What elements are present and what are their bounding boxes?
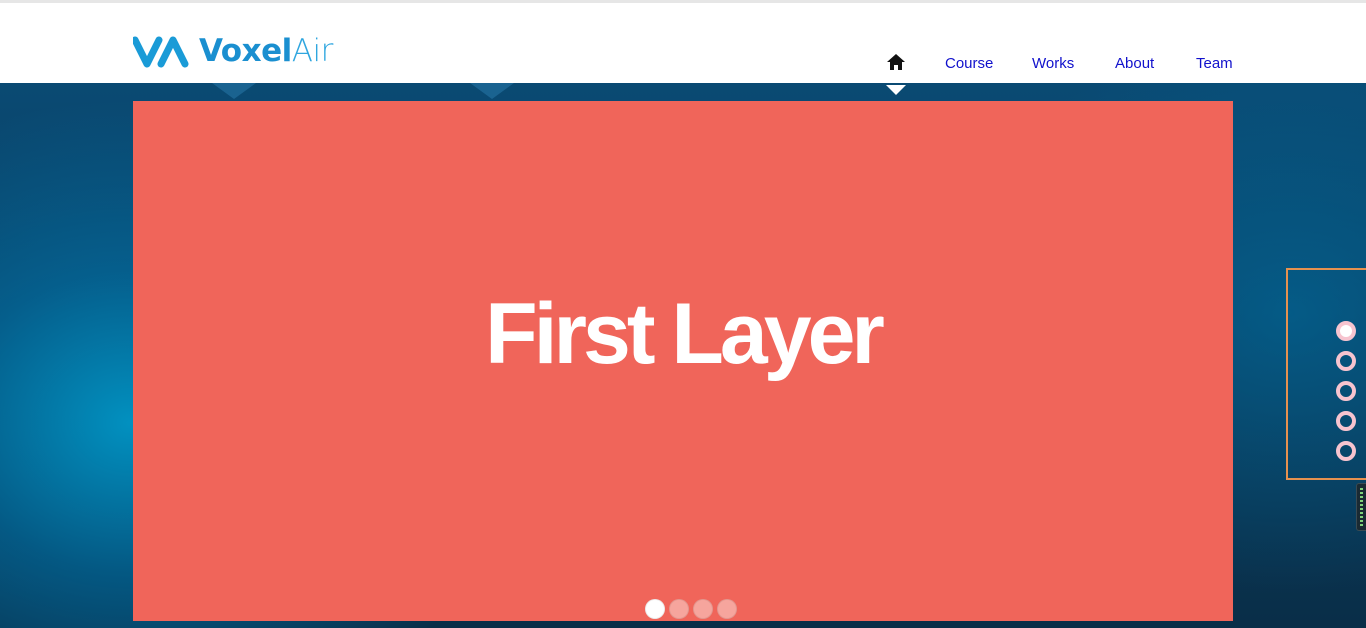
- nav-item-about[interactable]: About: [1115, 55, 1154, 72]
- section-dot-1[interactable]: [1336, 321, 1356, 341]
- slide-dot-2[interactable]: [668, 599, 689, 619]
- main-nav: Course Works About Team: [0, 47, 1366, 95]
- slide-title: First Layer: [485, 286, 885, 382]
- slide-dot-1[interactable]: [644, 599, 665, 619]
- slide-dot-3[interactable]: [692, 599, 713, 619]
- level-bars-icon: [1360, 488, 1363, 526]
- nav-item-team[interactable]: Team: [1196, 55, 1233, 72]
- section-dot-4[interactable]: [1336, 411, 1356, 431]
- section-dot-3[interactable]: [1336, 381, 1356, 401]
- section-dot-2[interactable]: [1336, 351, 1356, 371]
- nav-item-works[interactable]: Works: [1032, 55, 1074, 72]
- nav-item-course[interactable]: Course: [945, 55, 993, 72]
- section-dot-5[interactable]: [1336, 441, 1356, 461]
- home-icon: [887, 54, 905, 70]
- hero-slide: First Layer: [133, 101, 1233, 621]
- section-nav: [1286, 268, 1366, 480]
- slide-dot-4[interactable]: [716, 599, 737, 619]
- slide-pagination: [133, 599, 1233, 619]
- edge-panel-handle[interactable]: [1356, 483, 1366, 531]
- decorative-notch: [470, 83, 514, 99]
- decorative-notch: [212, 83, 256, 99]
- site-header: VoxelAir Course Works About Team: [0, 3, 1366, 95]
- active-nav-pointer: [886, 85, 906, 95]
- nav-home[interactable]: [886, 53, 906, 71]
